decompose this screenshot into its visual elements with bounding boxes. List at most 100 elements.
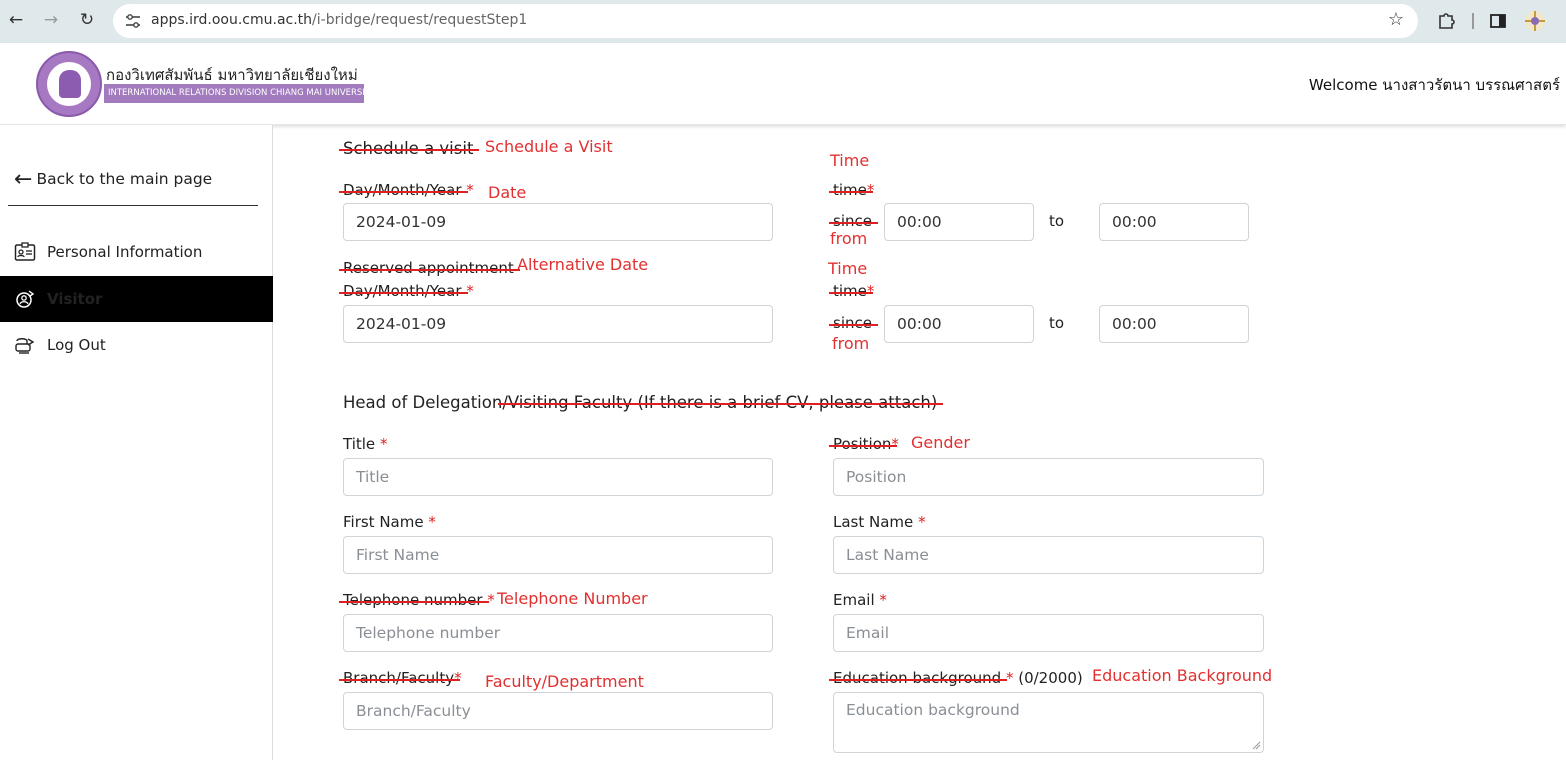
alt-time-label-struck: time <box>829 282 873 300</box>
extensions-icon[interactable] <box>1436 9 1456 33</box>
head-title-main: Head of Delegation <box>343 393 503 412</box>
seal-inner <box>47 62 91 106</box>
position-label: Position* <box>828 435 899 453</box>
org-name-english: INTERNATIONAL RELATIONS DIVISION CHIANG … <box>104 84 375 103</box>
visit-to-label: to <box>1049 212 1065 230</box>
back-arrow-icon[interactable]: ← <box>5 9 27 31</box>
alt-since-annotation: from <box>832 334 870 353</box>
education-placeholder: Education background <box>846 701 1020 719</box>
visit-time-from-input[interactable]: 00:00 <box>884 203 1034 241</box>
site-settings-icon[interactable] <box>124 12 142 30</box>
education-char-counter: (0/2000) <box>1018 669 1083 687</box>
title-input[interactable]: Title <box>343 458 773 496</box>
elephant-icon <box>59 70 81 98</box>
profile-avatar[interactable] <box>1523 9 1547 33</box>
branch-label: Branch/Faculty* <box>338 669 462 687</box>
alt-time-from-input[interactable]: 00:00 <box>884 305 1034 343</box>
education-textarea[interactable]: Education background <box>833 692 1264 753</box>
forward-arrow-icon[interactable]: → <box>40 9 62 31</box>
last-name-input[interactable]: Last Name <box>833 536 1264 574</box>
sidebar-item-label: Personal Information <box>47 243 203 261</box>
visit-date-label: Day/Month/Year * <box>339 181 474 199</box>
branch-label-struck: Branch/Faculty <box>338 669 461 687</box>
last-name-label-text: Last Name <box>833 513 914 531</box>
required-mark: * <box>918 513 926 531</box>
alt-time-to-input[interactable]: 00:00 <box>1099 305 1249 343</box>
phone-input[interactable]: Telephone number <box>343 614 773 652</box>
id-card-icon <box>14 242 36 261</box>
sidebar: ← Back to the main page Personal Informat… <box>0 125 273 760</box>
first-name-label: First Name * <box>343 513 436 531</box>
reserved-title-struck: Reserved appointment <box>339 259 520 277</box>
visit-since-label-struck: since <box>829 212 878 230</box>
university-seal-logo[interactable] <box>36 51 102 117</box>
sidebar-item-log-out[interactable]: Log Out <box>0 322 273 368</box>
url-host: apps.ird.oou.cmu.ac.th <box>151 12 313 28</box>
reload-icon[interactable]: ↻ <box>76 9 98 31</box>
sidebar-divider <box>8 205 258 206</box>
back-to-main-link[interactable]: ← Back to the main page <box>14 167 212 192</box>
alt-date-label-struck: Day/Month/Year <box>339 282 467 300</box>
email-label: Email * <box>833 591 887 609</box>
email-label-text: Email <box>833 591 875 609</box>
alt-date-input[interactable]: 2024-01-09 <box>343 305 773 343</box>
required-mark: * <box>879 591 887 609</box>
alt-since-label: since <box>829 314 878 332</box>
alt-to-label: to <box>1049 314 1065 332</box>
welcome-text: Welcome นางสาวรัตนา บรรณศาสตร์ <box>1308 76 1560 94</box>
head-section-title: Head of Delegation/Visiting Faculty (If … <box>343 393 944 412</box>
alt-time-label: time* <box>829 282 874 300</box>
position-input[interactable]: Position <box>833 458 1264 496</box>
request-form: Schedule a visit Schedule a Visit Day/Mo… <box>274 125 1566 760</box>
first-name-label-text: First Name <box>343 513 424 531</box>
alt-since-label-struck: since <box>829 314 878 332</box>
visit-time-label: time* <box>829 181 874 199</box>
visit-time-annotation: Time <box>830 151 870 170</box>
phone-annotation: Telephone Number <box>497 589 648 608</box>
sidebar-item-visitor[interactable]: Visitor <box>0 276 273 322</box>
alt-time-annotation: Time <box>828 259 868 278</box>
reserved-section-title: Reserved appointment <box>339 259 520 277</box>
address-bar[interactable]: apps.ird.oou.cmu.ac.th/i-bridge/request/… <box>113 4 1418 38</box>
education-label: Education background * (0/2000) <box>828 669 1083 687</box>
reserved-title-annotation: Alternative Date <box>517 255 649 274</box>
browser-toolbar: ← → ↻ apps.ird.oou.cmu.ac.th/i-bridge/re… <box>0 0 1566 43</box>
title-label-text: Title <box>343 435 376 453</box>
position-annotation: Gender <box>911 433 970 452</box>
position-label-struck: Position <box>828 435 898 453</box>
visit-since-annotation: from <box>830 229 868 248</box>
sidebar-item-label: Log Out <box>47 336 106 354</box>
last-name-label: Last Name * <box>833 513 926 531</box>
head-title-struck: /Visiting Faculty (If there is a brief C… <box>498 393 944 412</box>
visit-date-annotation: Date <box>488 183 527 202</box>
education-label-struck: Education background <box>828 669 1008 687</box>
bookmark-star-icon[interactable]: ☆ <box>1388 9 1404 30</box>
url-path: /i-bridge/request/requestStep1 <box>312 12 528 28</box>
required-mark: * <box>379 435 388 453</box>
site-header: กองวิเทศสัมพันธ์ มหาวิทยาลัยเชียงใหม่ IN… <box>0 43 1566 125</box>
first-name-input[interactable]: First Name <box>343 536 773 574</box>
sidebar-item-personal-information[interactable]: Personal Information <box>0 229 273 275</box>
visit-date-input[interactable]: 2024-01-09 <box>343 203 773 241</box>
logout-icon <box>15 338 35 354</box>
side-panel-icon[interactable] <box>1489 9 1507 33</box>
resize-handle-icon[interactable] <box>1251 740 1261 750</box>
schedule-title-annotation: Schedule a Visit <box>485 137 613 156</box>
branch-input[interactable]: Branch/Faculty <box>343 692 773 730</box>
phone-label: Telephone number * <box>339 591 495 609</box>
branch-annotation: Faculty/Department <box>485 672 644 691</box>
education-annotation: Education Background <box>1092 666 1273 685</box>
email-input[interactable]: Email <box>833 614 1264 652</box>
visit-date-label-struck: Day/Month/Year <box>339 181 467 199</box>
alt-date-label: Day/Month/Year * <box>339 282 474 300</box>
required-mark: * <box>428 513 436 531</box>
visit-time-to-input[interactable]: 00:00 <box>1099 203 1249 241</box>
left-arrow-icon: ← <box>14 167 33 192</box>
phone-label-struck: Telephone number <box>339 591 488 609</box>
url-text: apps.ird.oou.cmu.ac.th/i-bridge/request/… <box>151 12 527 28</box>
title-label: Title * <box>343 435 387 453</box>
toolbar-divider <box>1472 13 1474 29</box>
schedule-section-title: Schedule a visit <box>338 139 480 158</box>
visitor-icon <box>16 290 35 308</box>
visit-time-label-struck: time <box>829 181 873 199</box>
